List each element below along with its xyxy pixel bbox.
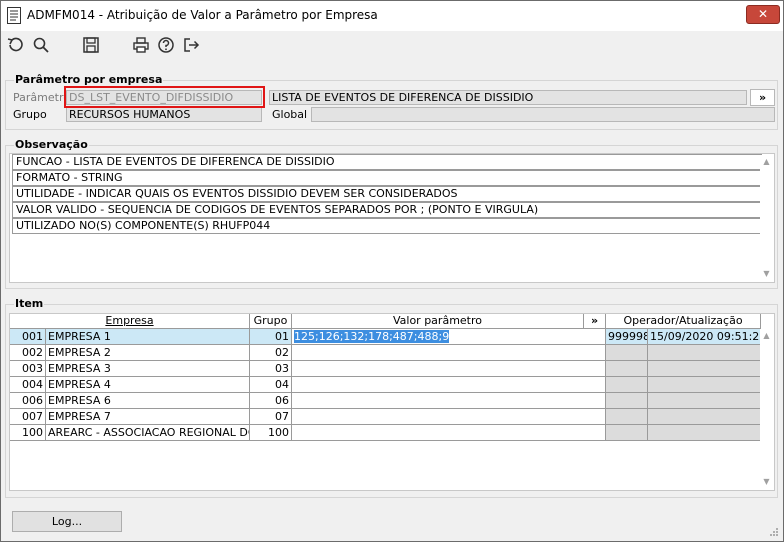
row-operador: 999998 — [606, 329, 648, 345]
row-valor-cell[interactable]: 125;126;132;178;487;488;9 — [292, 329, 606, 345]
row-code: 007 — [10, 409, 46, 425]
row-data — [648, 345, 761, 361]
row-data — [648, 377, 761, 393]
row-valor[interactable] — [292, 393, 606, 409]
row-valor[interactable]: 125;126;132;178;487;488;9 — [294, 330, 450, 343]
row-empresa: EMPRESA 3 — [46, 361, 250, 377]
row-empresa: EMPRESA 7 — [46, 409, 250, 425]
resize-grip-icon[interactable] — [769, 527, 779, 537]
row-valor[interactable] — [292, 425, 606, 441]
item-grid-scrollbar[interactable]: ▲ ▼ — [760, 329, 773, 489]
global-field — [311, 107, 775, 122]
row-data — [648, 361, 761, 377]
observacao-textbox[interactable]: FUNCAO - LISTA DE EVENTOS DE DIFERENCA D… — [9, 153, 775, 283]
header-more-button[interactable]: » — [584, 314, 606, 329]
main-window: ADMFM014 - Atribuição de Valor a Parâmet… — [0, 0, 784, 542]
print-icon — [133, 37, 149, 53]
header-operador[interactable]: Operador/Atualização — [606, 314, 761, 329]
item-group-title: Item — [14, 297, 45, 310]
row-valor[interactable] — [292, 361, 606, 377]
print-button[interactable] — [131, 35, 151, 55]
search-button[interactable] — [31, 35, 51, 55]
observacao-scrollbar[interactable]: ▲ ▼ — [760, 155, 773, 281]
row-operador — [606, 345, 648, 361]
observacao-line: FUNCAO - LISTA DE EVENTOS DE DIFERENCA D… — [12, 154, 762, 170]
undo-icon — [7, 37, 23, 52]
row-empresa: AREARC - ASSOCIACAO REGIONAL DOS — [46, 425, 250, 441]
undo-button[interactable] — [5, 35, 25, 55]
parametro-label: Parâmetro — [13, 91, 70, 104]
row-code: 004 — [10, 377, 46, 393]
scroll-down-icon[interactable]: ▼ — [762, 478, 771, 486]
observacao-line: VALOR VALIDO - SEQUENCIA DE CODIGOS DE E… — [12, 202, 762, 218]
row-grupo: 03 — [250, 361, 292, 377]
more-parametro-button[interactable]: » — [750, 89, 775, 106]
row-code: 003 — [10, 361, 46, 377]
row-grupo: 07 — [250, 409, 292, 425]
exit-button[interactable] — [181, 35, 201, 55]
highlight-box — [64, 86, 265, 108]
param-group-title: Parâmetro por empresa — [14, 73, 164, 86]
row-valor[interactable] — [292, 409, 606, 425]
row-grupo: 02 — [250, 345, 292, 361]
row-grupo: 04 — [250, 377, 292, 393]
item-grid: Empresa Grupo Valor parâmetro » Operador… — [9, 313, 775, 491]
row-operador — [606, 361, 648, 377]
log-button[interactable]: Log... — [12, 511, 122, 532]
row-grupo: 06 — [250, 393, 292, 409]
observacao-line: UTILIZADO NO(S) COMPONENTE(S) RHUFP044 — [12, 218, 762, 234]
observacao-line: FORMATO - STRING — [12, 170, 762, 186]
close-button[interactable]: ✕ — [746, 5, 780, 24]
save-button[interactable] — [81, 35, 101, 55]
help-icon — [158, 37, 174, 53]
header-grupo[interactable]: Grupo — [250, 314, 292, 329]
row-code: 002 — [10, 345, 46, 361]
row-data: 15/09/2020 09:51:22 — [648, 329, 761, 345]
parametro-description-field: LISTA DE EVENTOS DE DIFERENCA DE DISSIDI… — [269, 90, 747, 105]
help-button[interactable] — [156, 35, 176, 55]
row-data — [648, 425, 761, 441]
document-icon — [7, 7, 21, 24]
save-icon — [83, 37, 99, 53]
row-code: 001 — [10, 329, 46, 345]
row-code: 100 — [10, 425, 46, 441]
row-operador — [606, 425, 648, 441]
row-operador — [606, 409, 648, 425]
scroll-up-icon[interactable]: ▲ — [762, 332, 771, 340]
scroll-down-icon[interactable]: ▼ — [762, 270, 771, 278]
row-operador — [606, 377, 648, 393]
global-label: Global — [272, 108, 308, 121]
header-empresa-label: Empresa — [105, 314, 154, 327]
row-operador — [606, 393, 648, 409]
row-data — [648, 393, 761, 409]
observacao-line: UTILIDADE - INDICAR QUAIS OS EVENTOS DIS… — [12, 186, 762, 202]
row-empresa: EMPRESA 2 — [46, 345, 250, 361]
row-data — [648, 409, 761, 425]
title-bar: ADMFM014 - Atribuição de Valor a Parâmet… — [1, 1, 783, 31]
header-empresa[interactable]: Empresa — [10, 314, 250, 329]
grupo-field: RECURSOS HUMANOS — [66, 107, 262, 122]
observacao-group-title: Observação — [14, 138, 89, 151]
search-icon — [33, 37, 49, 53]
row-grupo: 100 — [250, 425, 292, 441]
scroll-up-icon[interactable]: ▲ — [762, 158, 771, 166]
row-valor[interactable] — [292, 345, 606, 361]
row-grupo: 01 — [250, 329, 292, 345]
row-empresa: EMPRESA 1 — [46, 329, 250, 345]
row-code: 006 — [10, 393, 46, 409]
row-empresa: EMPRESA 6 — [46, 393, 250, 409]
grupo-label: Grupo — [13, 108, 47, 121]
window-title: ADMFM014 - Atribuição de Valor a Parâmet… — [27, 8, 378, 22]
exit-icon — [184, 38, 200, 52]
row-empresa: EMPRESA 4 — [46, 377, 250, 393]
header-valor[interactable]: Valor parâmetro — [292, 314, 584, 329]
toolbar — [1, 31, 783, 59]
row-valor[interactable] — [292, 377, 606, 393]
